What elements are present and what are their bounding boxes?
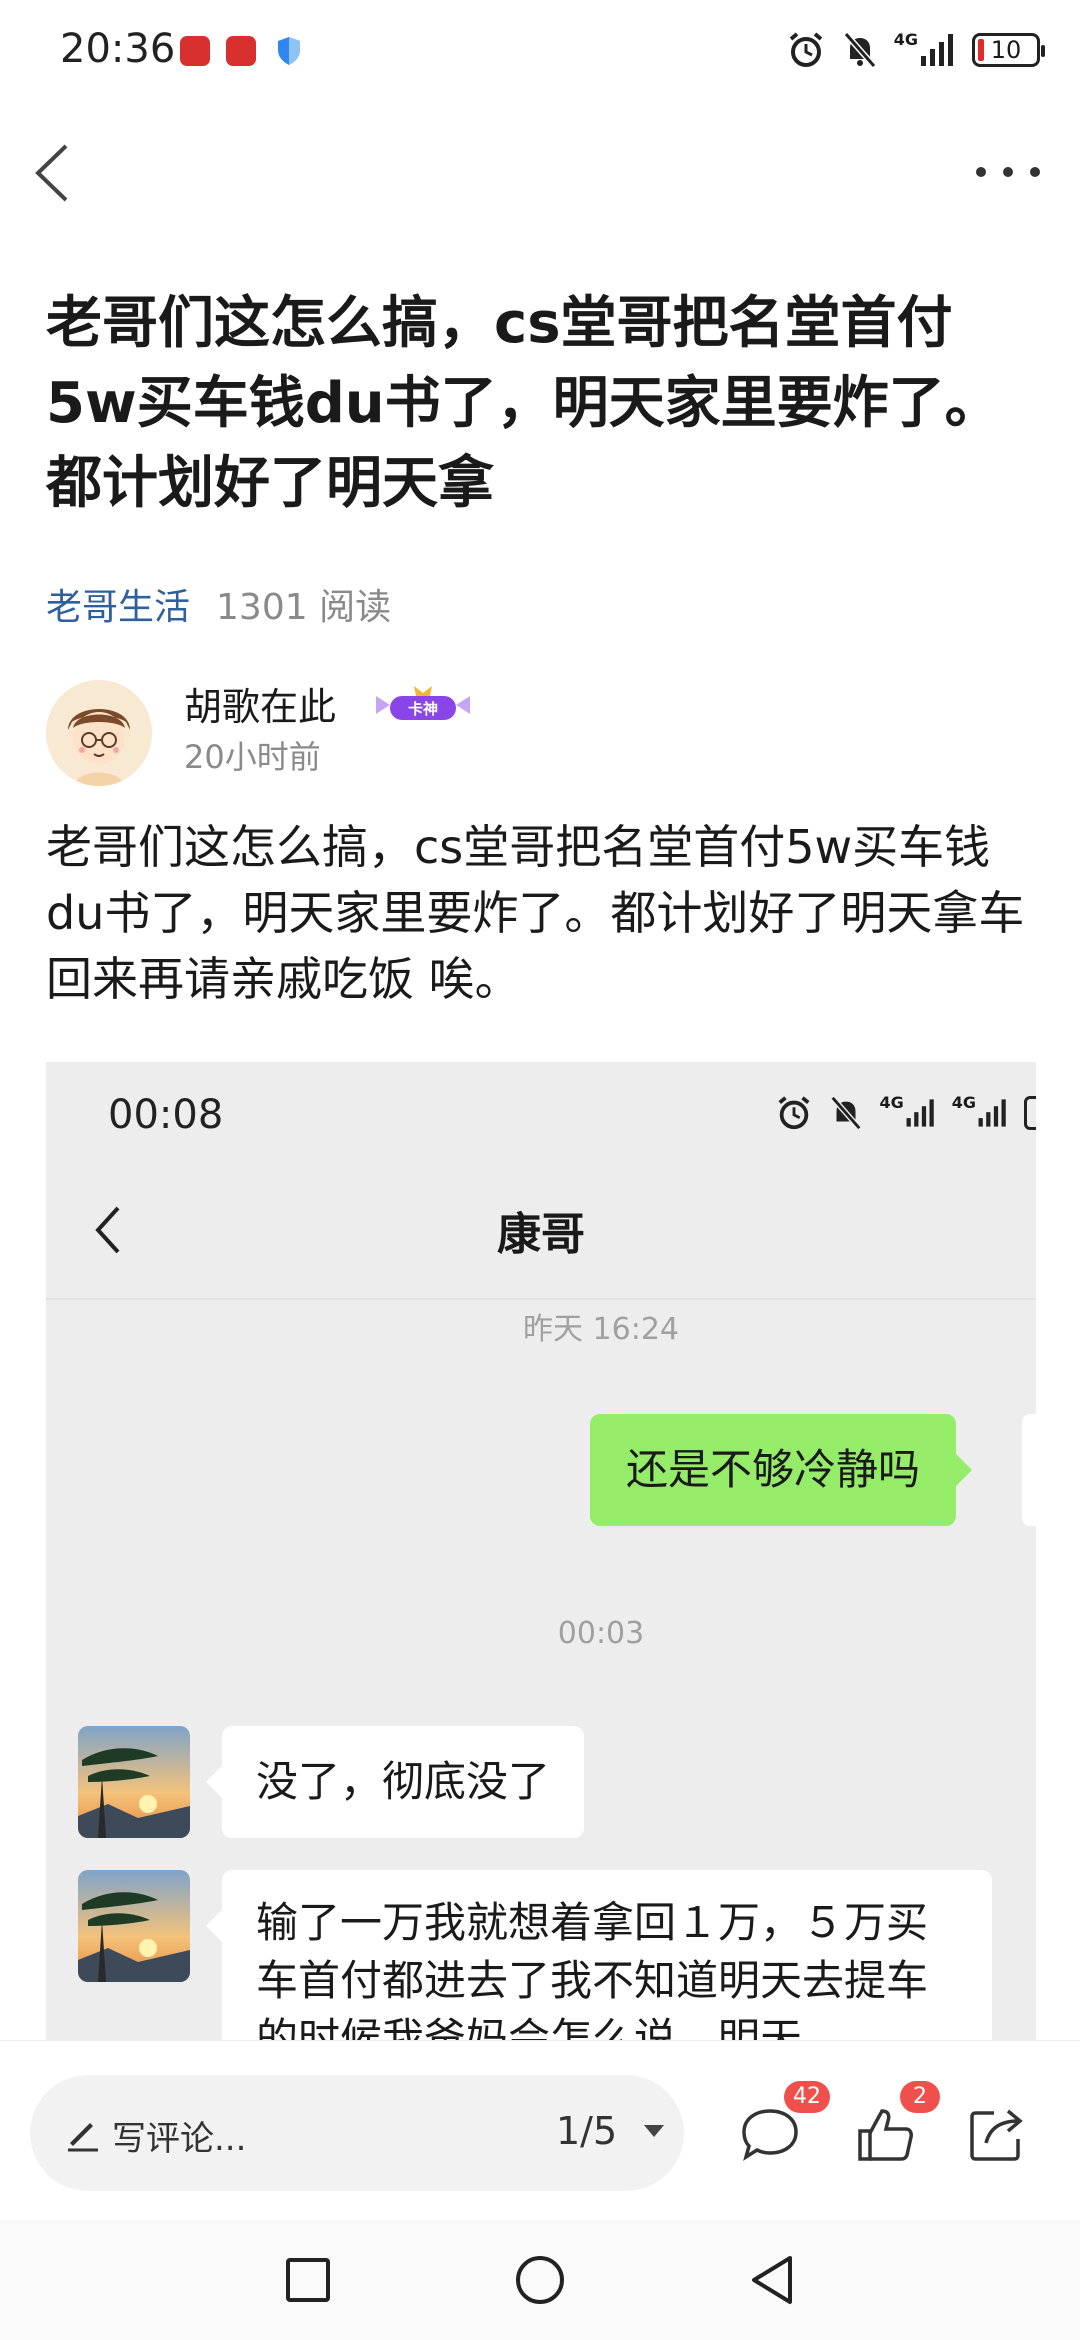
status-indicators: 4G 10 bbox=[786, 30, 1045, 70]
chat-timestamp: 昨天 16:24 bbox=[523, 1312, 679, 1347]
signal-icon bbox=[906, 1099, 934, 1127]
home-icon[interactable] bbox=[510, 2250, 570, 2310]
bottom-action-bar: 写评论... 1/5 42 2 bbox=[0, 2040, 1080, 2220]
back-nav-icon[interactable] bbox=[742, 2250, 802, 2310]
alarm-icon bbox=[789, 32, 823, 67]
sent-message-bubble: 还是不够冷静吗 bbox=[590, 1414, 973, 1526]
caret-down-icon[interactable] bbox=[642, 2123, 666, 2139]
author-name[interactable]: 胡歌在此 bbox=[184, 676, 336, 731]
contact-avatar bbox=[78, 1726, 190, 1838]
attached-screenshot[interactable]: 00:08 4G 4G 康哥 昨天 16:24 还是不够冷静吗 00:03 没了… bbox=[46, 1062, 1036, 2042]
mute-bell-icon bbox=[843, 32, 876, 68]
battery-level: 10 bbox=[990, 36, 1022, 64]
received-message-bubble: 没了，彻底没了 bbox=[205, 1726, 585, 1838]
huawei-app-icon bbox=[180, 36, 210, 66]
like-count-badge: 2 bbox=[900, 2081, 940, 2113]
post-time: 20小时前 bbox=[184, 738, 321, 776]
post-meta: 老哥生活 1301 阅读 bbox=[46, 578, 391, 630]
thumbs-up-icon bbox=[858, 2109, 913, 2161]
post-body: 老哥们这怎么搞，cs堂哥把名堂首付5w买车钱du书了，明天家里要炸了。都计划好了… bbox=[46, 820, 1025, 1006]
more-dot-icon bbox=[976, 167, 986, 177]
author-badge: 卡神 bbox=[376, 686, 470, 720]
status-time: 20:36 bbox=[60, 26, 176, 72]
network-type-label: 4G bbox=[893, 30, 918, 49]
signal-icon bbox=[921, 34, 953, 66]
back-icon[interactable] bbox=[26, 138, 76, 208]
comment-bubble-icon bbox=[742, 2109, 798, 2161]
post-title: 老哥们这怎么搞，cs堂哥把名堂首付5w买车钱du书了，明天家里要炸了。都计划好了… bbox=[46, 291, 1001, 516]
received-message-bubble: 输了一万我就想着拿回１万，５万买车首付都进去了我不知道明天去提车的时候我爸妈会怎… bbox=[206, 1870, 992, 2042]
more-dot-icon bbox=[1030, 167, 1040, 177]
chat-timestamp: 00:03 bbox=[557, 1616, 645, 1651]
more-dot-icon bbox=[1003, 167, 1013, 177]
network-type-label: 4G bbox=[879, 1093, 904, 1112]
read-count: 1301 阅读 bbox=[216, 587, 392, 628]
badge-label: 卡神 bbox=[408, 700, 438, 718]
screenshot-status-time: 00:08 bbox=[108, 1092, 224, 1138]
system-nav-bar bbox=[0, 2220, 1080, 2340]
shield-icon bbox=[278, 37, 300, 65]
alarm-icon bbox=[779, 1096, 810, 1130]
comment-count-badge: 42 bbox=[784, 2081, 830, 2113]
page-indicator[interactable]: 1/5 bbox=[556, 2109, 617, 2153]
category-link[interactable]: 老哥生活 bbox=[46, 578, 190, 630]
share-button[interactable] bbox=[964, 2103, 1028, 2167]
share-icon bbox=[970, 2109, 1023, 2161]
recents-icon[interactable] bbox=[278, 2250, 338, 2310]
screenshot-status-indicators: 4G 4G bbox=[775, 1094, 1036, 1132]
signal-icon bbox=[978, 1099, 1006, 1127]
status-bar: 20:36 4G 10 bbox=[0, 0, 1080, 100]
battery-indicator: 10 bbox=[972, 33, 1045, 67]
comment-input[interactable]: 写评论... 1/5 bbox=[30, 2075, 684, 2191]
mute-bell-icon bbox=[831, 1095, 862, 1131]
more-options-button[interactable] bbox=[976, 152, 1040, 192]
contact-avatar bbox=[78, 1870, 190, 1982]
network-type-label: 4G bbox=[951, 1093, 976, 1112]
battery-icon bbox=[1024, 1096, 1036, 1130]
comments-button[interactable]: 42 bbox=[738, 2081, 830, 2167]
chat-contact-name: 康哥 bbox=[497, 1209, 585, 1260]
chat-header-divider bbox=[46, 1298, 1036, 1300]
author-avatar[interactable] bbox=[46, 680, 152, 786]
comment-placeholder: 写评论... bbox=[112, 2119, 247, 2159]
own-avatar bbox=[1022, 1414, 1036, 1526]
like-button[interactable]: 2 bbox=[854, 2081, 940, 2167]
pencil-icon bbox=[68, 2123, 98, 2152]
huawei-app-icon bbox=[226, 36, 256, 66]
